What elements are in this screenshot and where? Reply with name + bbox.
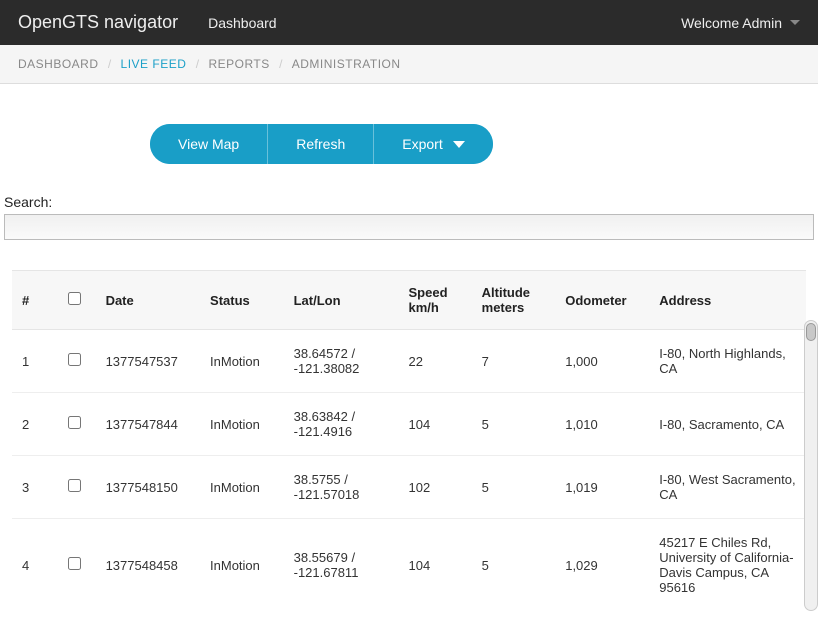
cell-check: [54, 456, 96, 519]
col-header-num[interactable]: #: [12, 271, 54, 330]
table-wrap: # Date Status Lat/Lon Speed km/h Altitud…: [0, 270, 818, 611]
cell-check: [54, 330, 96, 393]
cell-date: 1377548458: [96, 519, 200, 612]
chevron-down-icon: [453, 141, 465, 148]
cell-odometer: 1,019: [555, 456, 649, 519]
cell-altitude: 5: [472, 393, 556, 456]
nav-dashboard[interactable]: Dashboard: [208, 15, 277, 31]
main-content: View Map Refresh Export Search: # Date S…: [0, 84, 818, 631]
cell-num: 4: [12, 519, 54, 612]
cell-date: 1377548150: [96, 456, 200, 519]
cell-latlon: 38.64572 / -121.38082: [284, 330, 399, 393]
welcome-text: Welcome Admin: [681, 15, 782, 31]
table-row: 4 1377548458InMotion38.55679 / -121.67811…: [12, 519, 806, 612]
cell-latlon: 38.63842 / -121.4916: [284, 393, 399, 456]
search-input[interactable]: [4, 214, 814, 240]
cell-speed: 104: [399, 519, 472, 612]
row-checkbox[interactable]: [68, 557, 81, 570]
cell-odometer: 1,000: [555, 330, 649, 393]
breadcrumb-administration[interactable]: ADMINISTRATION: [292, 57, 401, 71]
breadcrumb-sep: /: [108, 57, 111, 71]
cell-status: InMotion: [200, 456, 284, 519]
cell-check: [54, 519, 96, 612]
cell-speed: 22: [399, 330, 472, 393]
alt-label-2: meters: [482, 300, 546, 315]
cell-speed: 104: [399, 393, 472, 456]
cell-latlon: 38.5755 / -121.57018: [284, 456, 399, 519]
col-header-latlon[interactable]: Lat/Lon: [284, 271, 399, 330]
select-all-checkbox[interactable]: [68, 292, 81, 305]
cell-altitude: 5: [472, 456, 556, 519]
table-row: 1 1377547537InMotion38.64572 / -121.38082…: [12, 330, 806, 393]
cell-speed: 102: [399, 456, 472, 519]
cell-date: 1377547844: [96, 393, 200, 456]
cell-address: I-80, North Highlands, CA: [649, 330, 806, 393]
breadcrumb-reports[interactable]: REPORTS: [208, 57, 269, 71]
cell-status: InMotion: [200, 330, 284, 393]
chevron-down-icon: [790, 20, 800, 25]
export-button[interactable]: Export: [373, 124, 492, 164]
topbar-left: OpenGTS navigator Dashboard: [18, 12, 277, 33]
alt-label-1: Altitude: [482, 285, 546, 300]
col-header-status[interactable]: Status: [200, 271, 284, 330]
cell-address: 45217 E Chiles Rd, University of Califor…: [649, 519, 806, 612]
data-table: # Date Status Lat/Lon Speed km/h Altitud…: [12, 270, 806, 611]
refresh-button[interactable]: Refresh: [267, 124, 373, 164]
table-row: 21377547844InMotion38.63842 / -121.49161…: [12, 393, 806, 456]
col-header-check: [54, 271, 96, 330]
action-row: View Map Refresh Export: [0, 84, 818, 194]
cell-address: I-80, Sacramento, CA: [649, 393, 806, 456]
speed-label-1: Speed: [409, 285, 462, 300]
col-header-altitude[interactable]: Altitude meters: [472, 271, 556, 330]
col-header-odometer[interactable]: Odometer: [555, 271, 649, 330]
export-label: Export: [402, 136, 442, 152]
cell-odometer: 1,029: [555, 519, 649, 612]
vertical-scrollbar[interactable]: [804, 320, 818, 611]
speed-label-2: km/h: [409, 300, 462, 315]
row-checkbox[interactable]: [68, 416, 81, 429]
table-header-row: # Date Status Lat/Lon Speed km/h Altitud…: [12, 271, 806, 330]
col-header-address[interactable]: Address: [649, 271, 806, 330]
breadcrumb-dashboard[interactable]: DASHBOARD: [18, 57, 99, 71]
search-section: Search:: [0, 194, 818, 240]
breadcrumb-sep: /: [196, 57, 199, 71]
breadcrumb-live-feed[interactable]: LIVE FEED: [121, 57, 187, 71]
topbar: OpenGTS navigator Dashboard Welcome Admi…: [0, 0, 818, 45]
breadcrumb: DASHBOARD / LIVE FEED / REPORTS / ADMINI…: [0, 45, 818, 84]
breadcrumb-sep: /: [279, 57, 282, 71]
cell-status: InMotion: [200, 393, 284, 456]
cell-num: 1: [12, 330, 54, 393]
cell-altitude: 5: [472, 519, 556, 612]
cell-check: [54, 393, 96, 456]
cell-odometer: 1,010: [555, 393, 649, 456]
col-header-date[interactable]: Date: [96, 271, 200, 330]
col-header-speed[interactable]: Speed km/h: [399, 271, 472, 330]
user-menu[interactable]: Welcome Admin: [681, 15, 800, 31]
view-map-button[interactable]: View Map: [150, 124, 267, 164]
cell-altitude: 7: [472, 330, 556, 393]
cell-address: I-80, West Sacramento, CA: [649, 456, 806, 519]
row-checkbox[interactable]: [68, 479, 81, 492]
scrollbar-thumb[interactable]: [806, 323, 816, 341]
search-label: Search:: [4, 194, 814, 210]
action-button-group: View Map Refresh Export: [150, 124, 493, 164]
cell-num: 2: [12, 393, 54, 456]
brand-title: OpenGTS navigator: [18, 12, 178, 33]
table-row: 31377548150InMotion38.5755 / -121.570181…: [12, 456, 806, 519]
cell-num: 3: [12, 456, 54, 519]
cell-status: InMotion: [200, 519, 284, 612]
cell-latlon: 38.55679 / -121.67811: [284, 519, 399, 612]
cell-date: 1377547537: [96, 330, 200, 393]
row-checkbox[interactable]: [68, 353, 81, 366]
